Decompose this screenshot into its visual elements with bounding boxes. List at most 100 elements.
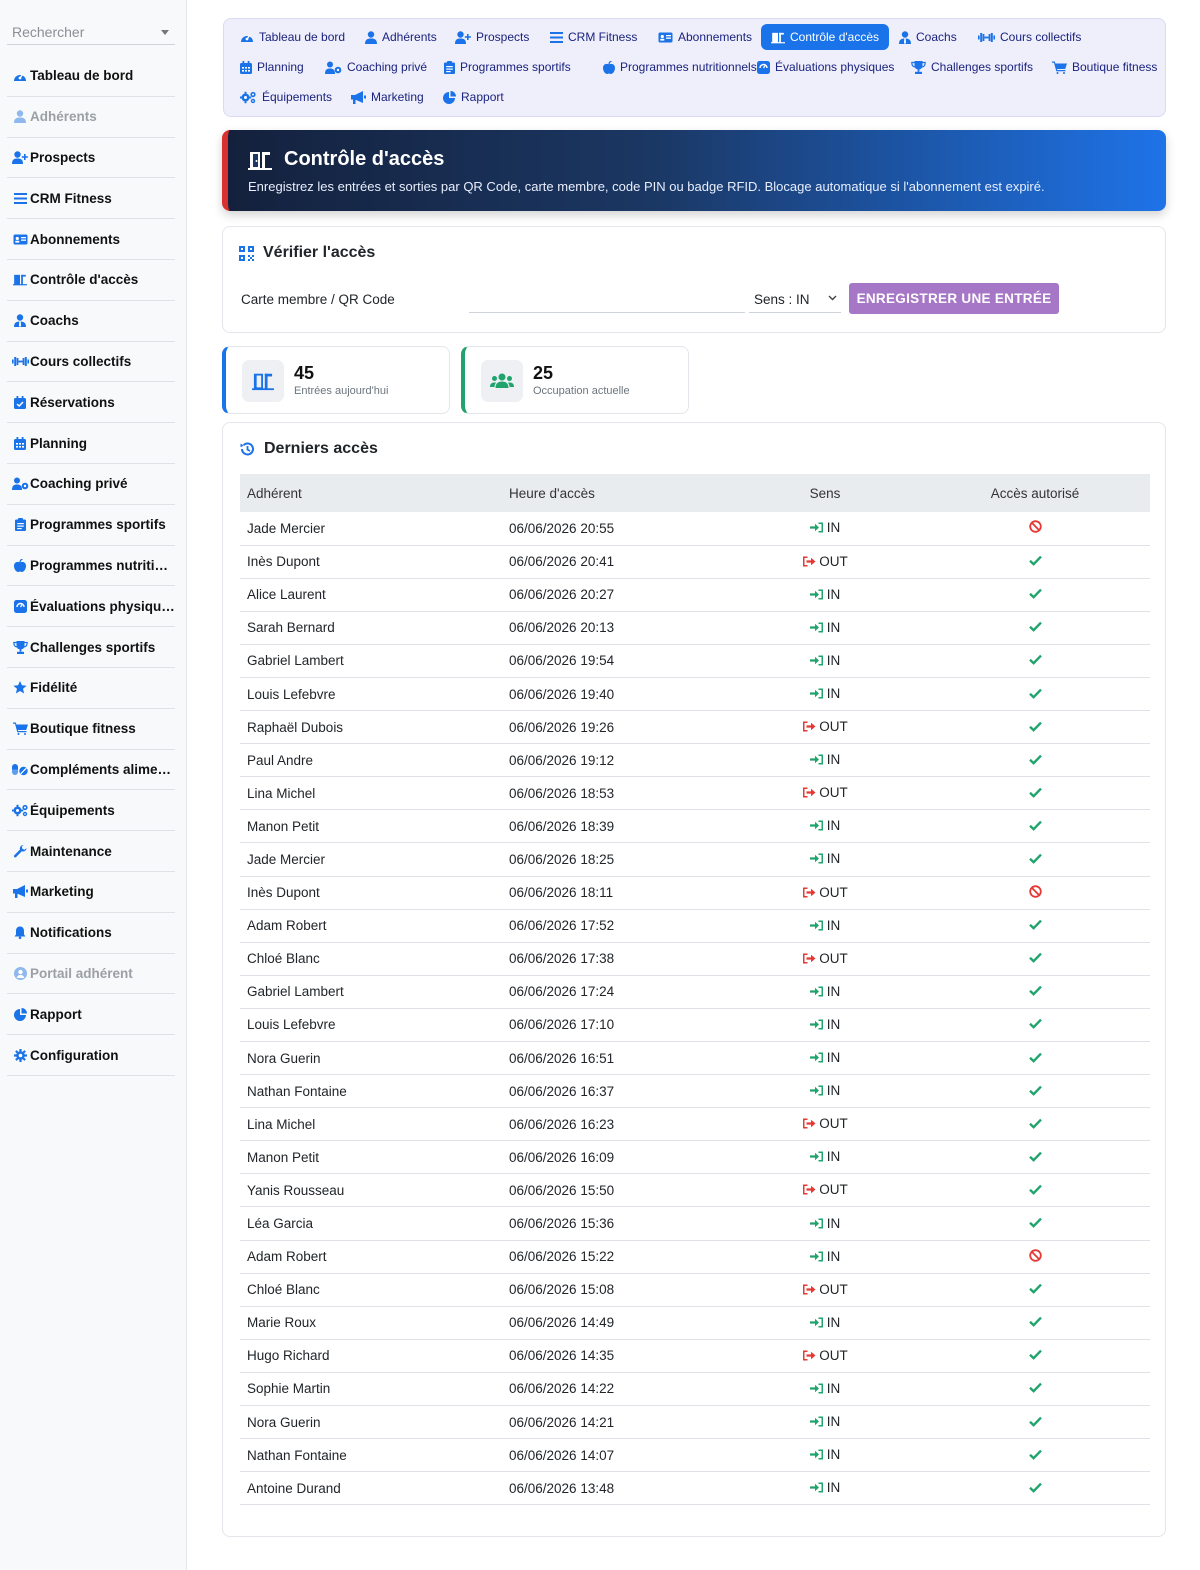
access-direction: IN [730, 644, 920, 678]
tab-rapport[interactable]: Rapport [433, 84, 514, 110]
sidebar-item-coaching-prive[interactable]: Coaching privé [7, 464, 175, 505]
access-allowed [920, 975, 1150, 1009]
sidebar-item-adherents[interactable]: Adhérents [7, 97, 175, 138]
tab-marketing[interactable]: Marketing [341, 84, 434, 110]
column-header-time[interactable]: Heure d'accès [502, 474, 730, 512]
sidebar-item-configuration[interactable]: Configuration [7, 1035, 175, 1076]
sidebar-item-controle-d-acces[interactable]: Contrôle d'accès [7, 260, 175, 301]
table-row[interactable]: Adam Robert 06/06/2026 17:52 IN [240, 909, 1150, 943]
table-row[interactable]: Gabriel Lambert 06/06/2026 17:24 IN [240, 975, 1150, 1009]
member-name: Gabriel Lambert [240, 644, 502, 678]
tab-crm-fitness[interactable]: CRM Fitness [540, 24, 647, 50]
sidebar-item-cours-collectifs[interactable]: Cours collectifs [7, 342, 175, 383]
tab-prospects[interactable]: Prospects [445, 24, 539, 50]
table-row[interactable]: Antoine Durand 06/06/2026 13:48 IN [240, 1471, 1150, 1506]
table-row[interactable]: Louis Lefebvre 06/06/2026 17:10 IN [240, 1008, 1150, 1043]
column-header-allowed[interactable]: Accès autorisé [920, 474, 1150, 512]
table-row[interactable]: Nathan Fontaine 06/06/2026 16:37 IN [240, 1074, 1150, 1109]
tab-abonnements[interactable]: Abonnements [648, 24, 762, 50]
tab-programmes-nutritionnels[interactable]: Programmes nutritionnels [593, 54, 767, 80]
table-row[interactable]: Inès Dupont 06/06/2026 18:11 OUT [240, 876, 1150, 910]
member-name: Gabriel Lambert [240, 975, 502, 1009]
table-row[interactable]: Chloé Blanc 06/06/2026 17:38 OUT [240, 942, 1150, 976]
table-row[interactable]: Jade Mercier 06/06/2026 18:25 IN [240, 842, 1150, 877]
table-row[interactable]: Raphaël Dubois 06/06/2026 19:26 OUT [240, 710, 1150, 745]
tab-cours-collectifs[interactable]: Cours collectifs [968, 24, 1091, 50]
sidebar-item-challenges-sportifs[interactable]: Challenges sportifs [7, 627, 175, 668]
tab-planning[interactable]: Planning [230, 54, 314, 80]
member-card-input[interactable] [469, 286, 745, 313]
table-row[interactable]: Sophie Martin 06/06/2026 14:22 IN [240, 1372, 1150, 1407]
sidebar-item-planning[interactable]: Planning [7, 423, 175, 464]
table-row[interactable]: Hugo Richard 06/06/2026 14:35 OUT [240, 1339, 1150, 1373]
tab-challenges-sportifs[interactable]: Challenges sportifs [901, 54, 1043, 80]
tab-programmes-sportifs[interactable]: Programmes sportifs [434, 54, 581, 80]
table-row[interactable]: Sarah Bernard 06/06/2026 20:13 IN [240, 611, 1150, 645]
scale-icon [11, 599, 29, 613]
tab-adherents[interactable]: Adhérents [355, 24, 447, 50]
sidebar-item-programmes-nutritionnels[interactable]: Programmes nutritionnels [7, 546, 175, 587]
sidebar-item-complements-alimentaires[interactable]: Compléments alimentaires [7, 750, 175, 791]
tab-boutique-fitness[interactable]: Boutique fitness [1042, 54, 1167, 80]
bullhorn-icon [11, 885, 29, 899]
column-header-member[interactable]: Adhérent [240, 474, 502, 512]
verify-access-card: Vérifier l'accès Carte membre / QR Code … [222, 226, 1166, 333]
sidebar-item-abonnements[interactable]: Abonnements [7, 219, 175, 260]
table-row[interactable]: Manon Petit 06/06/2026 16:09 IN [240, 1140, 1150, 1175]
qrcode-icon [239, 245, 254, 261]
table-row[interactable]: Alice Laurent 06/06/2026 20:27 IN [240, 578, 1150, 612]
table-row[interactable]: Inès Dupont 06/06/2026 20:41 OUT [240, 545, 1150, 579]
sidebar-item-programmes-sportifs[interactable]: Programmes sportifs [7, 505, 175, 546]
tab-controle-d-acces[interactable]: Contrôle d'accès [761, 24, 890, 50]
table-row[interactable]: Nathan Fontaine 06/06/2026 14:07 IN [240, 1438, 1150, 1473]
access-direction: OUT [730, 1107, 920, 1142]
sidebar-item-marketing[interactable]: Marketing [7, 872, 175, 913]
access-time: 06/06/2026 15:08 [502, 1273, 730, 1307]
tab-coachs[interactable]: Coachs [889, 24, 967, 50]
access-time: 06/06/2026 19:54 [502, 644, 730, 678]
table-row[interactable]: Lina Michel 06/06/2026 16:23 OUT [240, 1107, 1150, 1142]
sidebar-item-rapport[interactable]: Rapport [7, 994, 175, 1036]
door-icon [242, 360, 284, 402]
table-row[interactable]: Louis Lefebvre 06/06/2026 19:40 IN [240, 677, 1150, 712]
column-header-direction[interactable]: Sens [730, 474, 920, 512]
table-row[interactable]: Nora Guerin 06/06/2026 16:51 IN [240, 1041, 1150, 1076]
sidebar-item-tableau-de-bord[interactable]: Tableau de bord [7, 56, 175, 97]
register-entry-button[interactable]: ENREGISTRER UNE ENTRÉE [849, 283, 1059, 314]
sidebar-item-coachs[interactable]: Coachs [7, 301, 175, 342]
sidebar-item-boutique-fitness[interactable]: Boutique fitness [7, 709, 175, 750]
direction-indicator: IN [809, 918, 840, 933]
table-row[interactable]: Jade Mercier 06/06/2026 20:55 IN [240, 512, 1150, 546]
sidebar-item-portail-adherent[interactable]: Portail adhérent [7, 954, 175, 995]
member-name: Inès Dupont [240, 545, 502, 579]
tab-coaching-prive[interactable]: Coaching privé [315, 54, 437, 80]
sidebar-item-equipements[interactable]: Équipements [7, 790, 175, 832]
tab-equipements[interactable]: Équipements [230, 84, 342, 110]
sidebar-item-fidelite[interactable]: Fidélité [7, 668, 175, 709]
tab-tableau-de-bord[interactable]: Tableau de bord [230, 24, 355, 50]
door-icon [11, 273, 29, 286]
tab-evaluations-physiques[interactable]: Évaluations physiques [747, 54, 904, 80]
direction-select[interactable]: Sens : IN [749, 285, 841, 313]
sidebar-item-evaluations-physiques[interactable]: Évaluations physiques [7, 586, 175, 628]
table-row[interactable]: Marie Roux 06/06/2026 14:49 IN [240, 1306, 1150, 1340]
table-row[interactable]: Manon Petit 06/06/2026 18:39 IN [240, 809, 1150, 844]
sidebar-item-notifications[interactable]: Notifications [7, 913, 175, 954]
table-row[interactable]: Nora Guerin 06/06/2026 14:21 IN [240, 1405, 1150, 1440]
table-row[interactable]: Adam Robert 06/06/2026 15:22 IN [240, 1240, 1150, 1274]
table-row[interactable]: Gabriel Lambert 06/06/2026 19:54 IN [240, 644, 1150, 678]
caret-down-icon[interactable] [161, 30, 169, 35]
sidebar-item-maintenance[interactable]: Maintenance [7, 831, 175, 872]
table-row[interactable]: Léa Garcia 06/06/2026 15:36 IN [240, 1206, 1150, 1241]
table-row[interactable]: Yanis Rousseau 06/06/2026 15:50 OUT [240, 1173, 1150, 1208]
table-row[interactable]: Lina Michel 06/06/2026 18:53 OUT [240, 776, 1150, 811]
sidebar-item-prospects[interactable]: Prospects [7, 138, 175, 179]
sidebar-item-reservations[interactable]: Réservations [7, 382, 175, 424]
sidebar-search[interactable]: Rechercher [7, 18, 175, 45]
dashboard-icon [240, 31, 254, 43]
sidebar-item-crm-fitness[interactable]: CRM Fitness [7, 178, 175, 220]
table-row[interactable]: Paul Andre 06/06/2026 19:12 IN [240, 743, 1150, 778]
direction-select-value: Sens : IN [754, 292, 810, 307]
user-icon [365, 30, 377, 44]
table-row[interactable]: Chloé Blanc 06/06/2026 15:08 OUT [240, 1273, 1150, 1307]
